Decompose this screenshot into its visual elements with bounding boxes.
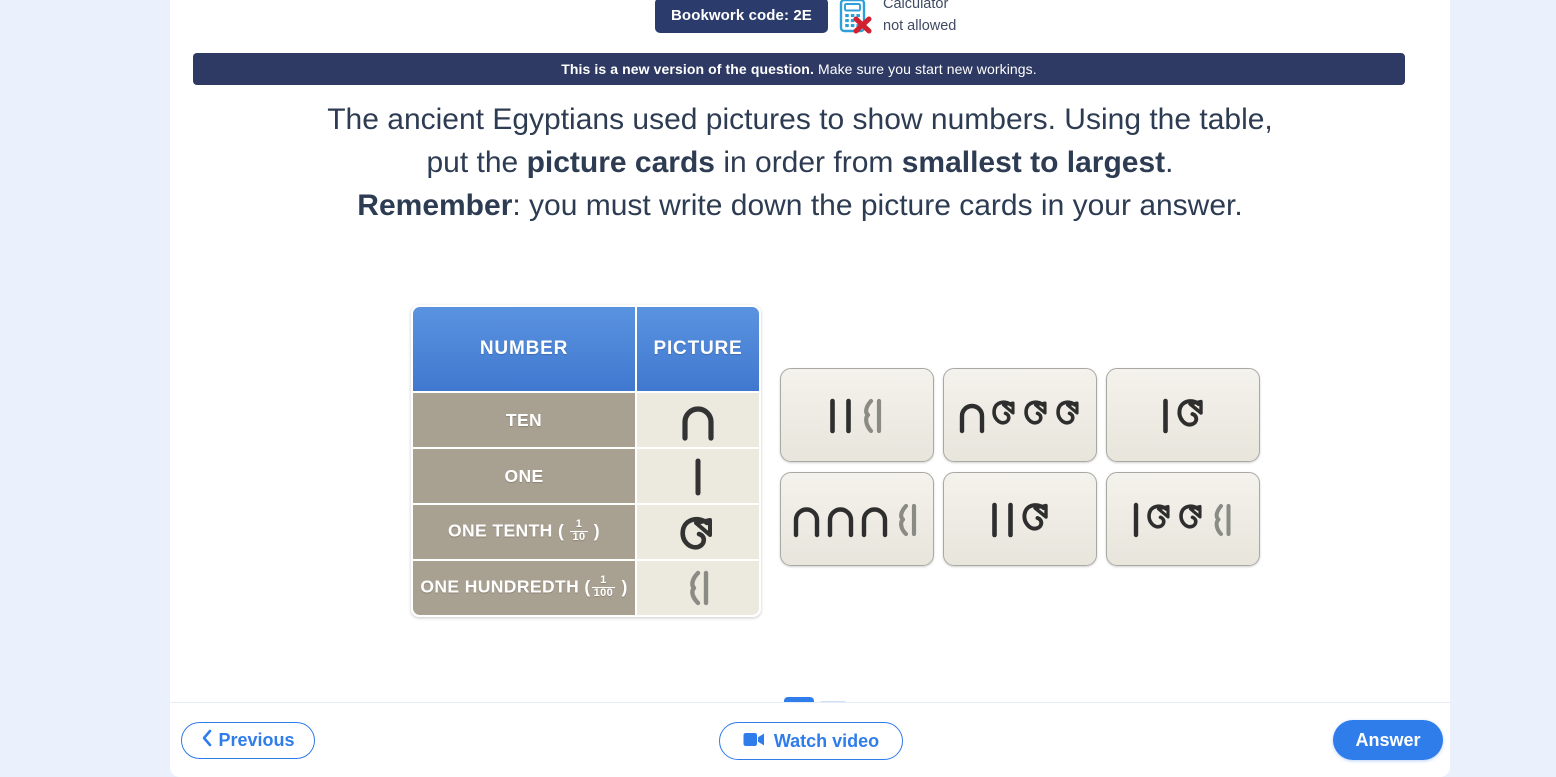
one-tenth-spiral-glyph: [1178, 504, 1202, 529]
one-hundredth-glyph: [637, 561, 759, 615]
question-footer: Previous Watch video Answer: [170, 702, 1450, 777]
ten-arch-glyph: [793, 507, 820, 538]
app-screen: Bookwork code: 2E Calculator not allowed…: [0, 0, 1556, 777]
question-line-2-a: put the: [426, 146, 527, 179]
one-stroke-glyph: [1007, 502, 1013, 538]
answer-button-label: Answer: [1355, 729, 1421, 750]
picture-card-1[interactable]: [780, 368, 934, 462]
previous-button-label: Previous: [218, 730, 295, 750]
ten-arch-glyph: [827, 507, 854, 538]
table-header-row: NUMBER PICTURE: [413, 307, 759, 391]
picture-card-4[interactable]: [780, 472, 934, 566]
picture-card-3[interactable]: [1106, 368, 1260, 462]
one-stroke-glyph: [1133, 502, 1138, 538]
fraction-one-tenth: ( 1 10 ): [557, 518, 601, 543]
table-header-picture: PICTURE: [637, 307, 759, 391]
table-cell-label-ten: TEN: [413, 393, 635, 447]
picture-card-5[interactable]: [943, 472, 1097, 566]
picture-card-2[interactable]: [943, 368, 1097, 462]
picture-cards-grid: [780, 368, 1260, 566]
fraction-one-hundredth: (1 100 ): [584, 574, 628, 599]
fraction-numerator: 1: [570, 519, 588, 532]
question-panel-inner: Bookwork code: 2E Calculator not allowed…: [170, 0, 1428, 702]
video-camera-icon: [743, 731, 765, 752]
egyptian-number-table: NUMBER PICTURE TEN ONE ONE TENTH (1 10 …: [411, 305, 761, 617]
label-text-one-tenth: ONE TENTH: [447, 520, 553, 541]
question-line-2-d: smallest to largest: [901, 146, 1166, 179]
question-text: The ancient Egyptians used pictures to s…: [210, 98, 1390, 227]
table-cell-picture-one: [637, 449, 759, 503]
one-stroke-glyph: [830, 398, 835, 434]
label-text-ten: TEN: [505, 409, 543, 430]
watch-video-button-label: Watch video: [773, 730, 880, 751]
bookwork-code-badge: Bookwork code: 2E: [655, 0, 828, 33]
one-hundredth-glyph: [864, 398, 882, 434]
chevron-left-icon: [201, 729, 212, 752]
question-line-1: The ancient Egyptians used pictures to s…: [327, 103, 1273, 136]
table-cell-label-one-tenth: ONE TENTH ( 1 10 ): [413, 505, 635, 559]
one-stroke-glyph: [1162, 398, 1168, 434]
ten-arch-glyph: [861, 507, 888, 538]
table-row: ONE TENTH ( 1 10 ): [413, 505, 759, 559]
fraction-numerator: 1: [591, 575, 616, 588]
table-cell-picture-ten: [637, 393, 759, 447]
question-content: NUMBER PICTURE TEN ONE ONE TENTH (1 10 …: [170, 295, 1428, 645]
one-tenth-spiral-glyph: [637, 505, 759, 559]
label-text-one-hundredth: ONE HUNDREDTH: [420, 576, 580, 597]
question-line-2-c: in order from: [714, 146, 902, 179]
question-panel: Bookwork code: 2E Calculator not allowed…: [170, 0, 1450, 702]
question-line-2-b: picture cards: [526, 146, 715, 179]
new-version-notice: This is a new version of the question. M…: [193, 53, 1405, 85]
question-topbar: Bookwork code: 2E Calculator not allowed: [170, 0, 1428, 45]
one-tenth-spiral-glyph: [1176, 399, 1203, 427]
one-hundredth-glyph: [1214, 504, 1230, 536]
fraction-denominator: 10: [572, 530, 586, 543]
one-tenth-spiral-glyph: [1021, 503, 1048, 531]
notice-rest-text: Make sure you start new workings.: [817, 61, 1037, 77]
one-hundredth-glyph: [899, 503, 917, 537]
one-tenth-spiral-glyph: [1024, 400, 1047, 425]
table-cell-label-one: ONE: [413, 449, 635, 503]
answer-button[interactable]: Answer: [1333, 720, 1443, 760]
one-tenth-spiral-glyph: [992, 400, 1015, 425]
table-row: ONE: [413, 449, 759, 503]
calculator-not-allowed: Calculator not allowed: [838, 0, 956, 38]
one-tenth-spiral-glyph: [1056, 400, 1079, 425]
question-line-3: Remember: you must write down the pictur…: [210, 184, 1390, 227]
label-text-one: ONE: [504, 465, 544, 486]
ten-arch-glyph: [637, 393, 759, 447]
picture-card-6[interactable]: [1106, 472, 1260, 566]
notice-bold-text: This is a new version of the question.: [561, 61, 814, 77]
previous-button[interactable]: Previous: [181, 722, 315, 759]
one-stroke-glyph: [846, 398, 851, 434]
one-tenth-spiral-glyph: [1146, 504, 1170, 529]
watch-video-button[interactable]: Watch video: [719, 722, 903, 760]
table-header-number: NUMBER: [413, 307, 635, 391]
question-line-2-e: .: [1165, 146, 1174, 179]
table-cell-picture-one-hundredth: [637, 561, 759, 615]
table-cell-picture-one-tenth: [637, 505, 759, 559]
one-stroke-glyph: [637, 449, 759, 503]
question-line-3-b: : you must write down the picture cards …: [512, 189, 1243, 222]
question-line-3-a: Remember: [357, 189, 513, 222]
fraction-denominator: 100: [593, 586, 614, 599]
calculator-not-allowed-text: Calculator not allowed: [883, 0, 956, 38]
question-line-2: put the picture cards in order from smal…: [210, 141, 1390, 184]
calculator-line-2: not allowed: [883, 17, 957, 34]
one-stroke-glyph: [991, 502, 997, 538]
table-cell-label-one-hundredth: ONE HUNDREDTH (1 100 ): [413, 561, 635, 615]
table-row: ONE HUNDREDTH (1 100 ): [413, 561, 759, 615]
table-row: TEN: [413, 393, 759, 447]
calculator-not-allowed-icon: [838, 0, 874, 35]
calculator-line-1: Calculator: [883, 0, 949, 12]
ten-arch-glyph: [959, 403, 985, 434]
